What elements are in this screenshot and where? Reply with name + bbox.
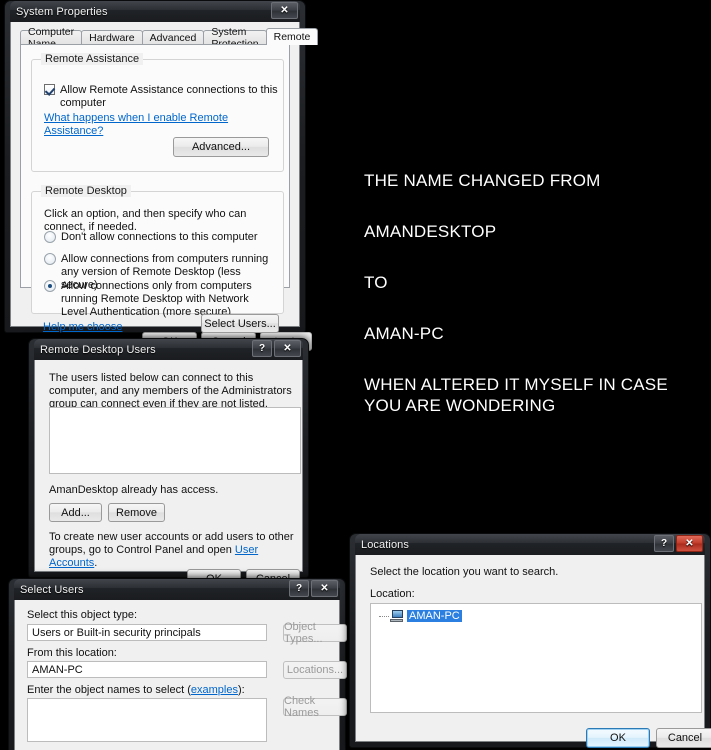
remote-assistance-group-title: Remote Assistance	[41, 53, 144, 65]
tab-system-protection[interactable]: System Protection	[203, 26, 267, 50]
select-users-titlebar: Select Users ? ✕	[14, 579, 340, 600]
system-properties-titlebar: System Properties ✕	[10, 1, 300, 22]
remote-desktop-group: Remote Desktop Click an option, and then…	[31, 185, 284, 318]
desktop-background: System Properties ✕ Computer Name Hardwa…	[0, 0, 711, 750]
caption-buttons: ? ✕	[252, 340, 301, 357]
object-names-input[interactable]	[27, 698, 267, 742]
tab-computer-name[interactable]: Computer Name	[20, 26, 83, 50]
from-this-location-field[interactable]: AMAN-PC	[27, 661, 267, 678]
help-icon[interactable]: ?	[289, 580, 309, 597]
add-user-button[interactable]: Add...	[49, 503, 102, 522]
from-this-location-label: From this location:	[27, 647, 117, 659]
remote-desktop-users-title: Remote Desktop Users	[40, 343, 156, 356]
overlay-line-5b: YOU ARE WONDERING	[364, 396, 556, 415]
object-names-label-after: ):	[237, 684, 245, 696]
locations-titlebar: Locations ? ✕	[355, 534, 705, 555]
overlay-note: THE NAME CHANGED FROM AMANDESKTOP TO AMA…	[364, 170, 704, 416]
remote-assistance-advanced-button[interactable]: Advanced...	[173, 137, 269, 157]
close-icon[interactable]: ✕	[676, 535, 703, 552]
locations-client: Select the location you want to search. …	[355, 555, 711, 748]
overlay-line-2: AMANDESKTOP	[364, 222, 497, 241]
help-icon[interactable]: ?	[654, 535, 674, 552]
help-me-choose-link[interactable]: Help me choose	[43, 321, 123, 333]
locations-button: Locations...	[283, 661, 347, 679]
radio-allow-any-version[interactable]	[44, 253, 56, 265]
radio-allow-nla-only[interactable]	[44, 280, 56, 292]
select-users-title: Select Users	[20, 583, 84, 596]
select-users-button[interactable]: Select Users...	[201, 314, 279, 333]
remote-assistance-help-link[interactable]: What happens when I enable Remote Assist…	[44, 112, 228, 137]
remote-assistance-group: Remote Assistance Allow Remote Assistanc…	[31, 53, 284, 172]
system-properties-title: System Properties	[16, 5, 108, 18]
remote-desktop-users-list[interactable]	[49, 407, 301, 474]
radio-dont-allow-label: Don't allow connections to this computer	[61, 231, 258, 243]
allow-remote-assistance-checkbox[interactable]	[44, 84, 55, 95]
remote-tab-page: Remote Assistance Allow Remote Assistanc…	[20, 44, 290, 333]
locations-cancel-button[interactable]: Cancel	[656, 728, 711, 748]
allow-remote-assistance-label: Allow Remote Assistance connections to t…	[60, 84, 278, 109]
remote-desktop-users-window: Remote Desktop Users ? ✕ The users liste…	[28, 338, 309, 588]
object-types-button: Object Types...	[283, 621, 347, 645]
locations-ok-button[interactable]: OK	[586, 728, 650, 748]
locations-tree[interactable]: AMAN-PC	[370, 603, 702, 713]
remote-desktop-users-titlebar: Remote Desktop Users ? ✕	[34, 339, 303, 360]
locations-title: Locations	[361, 538, 409, 551]
system-properties-tabstrip: Computer Name Hardware Advanced System P…	[20, 26, 319, 50]
examples-link[interactable]: examples	[191, 684, 238, 696]
help-me-choose-wrap: Help me choose	[43, 321, 123, 334]
close-icon[interactable]: ✕	[274, 340, 301, 357]
object-type-field[interactable]: Users or Built-in security principals	[27, 624, 267, 641]
locations-prompt: Select the location you want to search.	[370, 566, 559, 578]
overlay-line-1: THE NAME CHANGED FROM	[364, 171, 601, 190]
caption-buttons: ✕	[271, 2, 298, 19]
remote-desktop-users-description: The users listed below can connect to th…	[49, 372, 292, 410]
tree-item-aman-pc[interactable]: AMAN-PC	[379, 610, 462, 622]
close-icon[interactable]: ✕	[271, 2, 298, 19]
select-users-window: Select Users ? ✕ Select this object type…	[8, 578, 347, 750]
close-icon[interactable]: ✕	[311, 580, 338, 597]
help-icon[interactable]: ?	[252, 340, 272, 357]
check-names-button: Check Names	[283, 695, 347, 719]
remote-desktop-users-access-note: AmanDesktop already has access.	[49, 484, 219, 496]
select-users-client: Select this object type: Users or Built-…	[14, 600, 347, 750]
overlay-line-4: AMAN-PC	[364, 324, 444, 343]
tab-hardware[interactable]: Hardware	[81, 30, 143, 45]
caption-buttons: ? ✕	[289, 580, 338, 597]
remove-user-button[interactable]: Remove	[108, 503, 165, 522]
remote-desktop-users-footer: To create new user accounts or add users…	[49, 531, 301, 570]
caption-buttons: ? ✕	[654, 535, 703, 552]
remote-assistance-help-link-wrap: What happens when I enable Remote Assist…	[44, 112, 274, 138]
remote-desktop-group-title: Remote Desktop	[41, 185, 131, 197]
tree-connector-icon	[379, 615, 389, 617]
tab-advanced[interactable]: Advanced	[141, 30, 205, 45]
tab-remote[interactable]: Remote	[265, 28, 319, 45]
object-names-label-before: Enter the object names to select (	[27, 684, 191, 696]
remote-desktop-users-client: The users listed below can connect to th…	[34, 360, 303, 588]
tree-item-label: AMAN-PC	[407, 610, 462, 622]
overlay-line-5a: WHEN ALTERED IT MYSELF IN CASE	[364, 375, 668, 394]
object-type-label: Select this object type:	[27, 609, 138, 621]
system-properties-window: System Properties ✕ Computer Name Hardwa…	[4, 0, 319, 351]
footer-text-after: .	[94, 557, 98, 569]
overlay-line-3: TO	[364, 273, 388, 292]
system-properties-client: Computer Name Hardware Advanced System P…	[10, 22, 319, 351]
locations-window: Locations ? ✕ Select the location you wa…	[349, 533, 711, 748]
computer-icon	[390, 610, 404, 622]
object-names-label: Enter the object names to select (exampl…	[27, 684, 245, 697]
radio-dont-allow[interactable]	[44, 231, 56, 243]
locations-location-label: Location:	[370, 588, 415, 600]
